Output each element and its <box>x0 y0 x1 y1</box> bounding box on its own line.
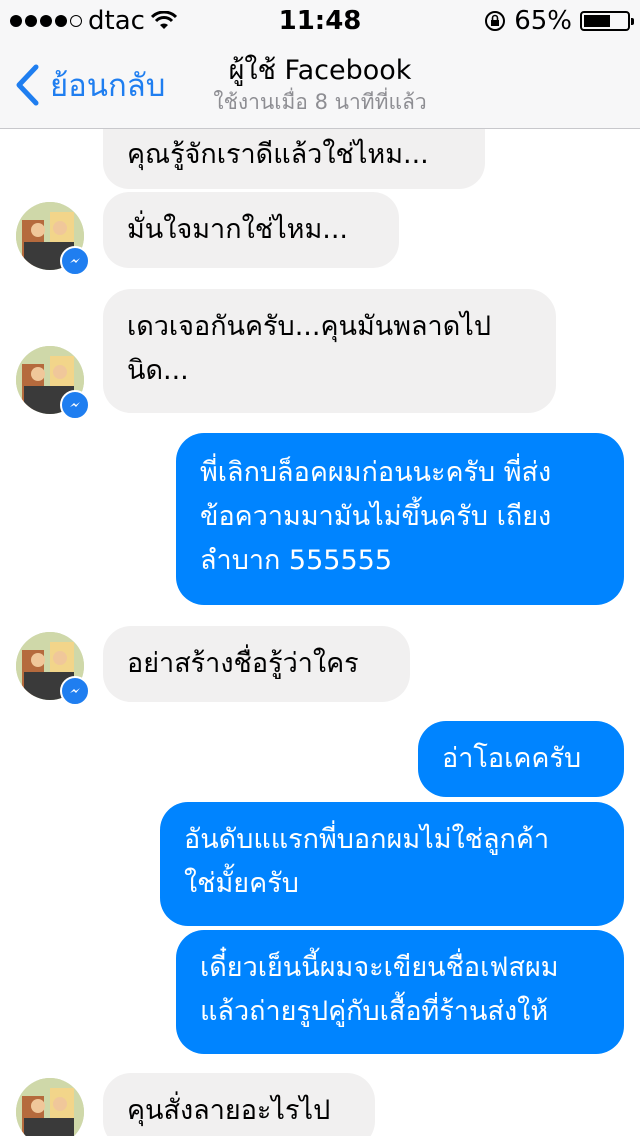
message-line: อันดับแแรกพี่บอกผมไม่ใช่ลูกค้า <box>184 824 550 855</box>
message-line: คุณรู้จักเราดีแล้วใช่ไหม... <box>127 139 429 170</box>
message-line: อย่าสร้างชื่อรู้ว่าใคร <box>127 648 359 679</box>
message-line: อ่าโอเคครับ <box>442 743 582 774</box>
messenger-badge-icon <box>60 246 90 276</box>
message-list: คุณรู้จักเราดีแล้วใช่ไหม... มั่นใจมากใช่… <box>0 129 640 1136</box>
status-right: 65% <box>484 6 634 36</box>
incoming-message[interactable]: คุณรู้จักเราดีแล้วใช่ไหม... <box>103 129 485 189</box>
messenger-badge-icon <box>60 390 90 420</box>
avatar[interactable] <box>16 632 90 706</box>
outgoing-message[interactable]: เดี๋ยวเย็นนี้ผมจะเขียนชื่อเฟสผม แล้วถ่าย… <box>176 930 624 1054</box>
message-line: ข้อความมามันไม่ขึ้นครับ เถียง <box>200 501 552 532</box>
incoming-message[interactable]: มั่นใจมากใช่ไหม... <box>103 192 399 268</box>
outgoing-message[interactable]: อ่าโอเคครับ <box>418 721 624 797</box>
outgoing-message[interactable]: พี่เลิกบล็อคผมก่อนนะครับ พี่ส่ง ข้อความม… <box>176 433 624 605</box>
battery-percent: 65% <box>514 6 572 36</box>
status-bar: dtac 11:48 65% <box>0 0 640 40</box>
last-active-status: ใช้งานเมื่อ 8 นาทีที่แล้ว <box>213 90 427 114</box>
messenger-badge-icon <box>60 676 90 706</box>
outgoing-message[interactable]: อันดับแแรกพี่บอกผมไม่ใช่ลูกค้า ใช่มั้ยคร… <box>160 802 624 926</box>
message-line: พี่เลิกบล็อคผมก่อนนะครับ พี่ส่ง <box>200 457 552 488</box>
message-line: แล้วถ่ายรูปคู่กับเสื้อที่ร้านส่งให้ <box>200 996 549 1027</box>
rotation-lock-icon <box>485 11 506 31</box>
message-line: ลำบาก 555555 <box>200 545 393 576</box>
incoming-message[interactable]: คุนสั่งลายอะไรไป <box>103 1073 375 1136</box>
conversation-title: ผู้ใช้ Facebook <box>228 55 412 86</box>
message-line: คุนสั่งลายอะไรไป <box>127 1095 331 1126</box>
avatar[interactable] <box>16 346 90 420</box>
incoming-message[interactable]: เดวเจอกันครับ...คุนมันพลาดไป นิด... <box>103 289 556 413</box>
message-line: มั่นใจมากใช่ไหม... <box>127 214 348 245</box>
navigation-bar: ย้อนกลับ ผู้ใช้ Facebook ใช้งานเมื่อ 8 น… <box>0 40 640 129</box>
avatar[interactable] <box>16 202 90 276</box>
message-line: ใช่มั้ยครับ <box>184 868 299 899</box>
battery-icon <box>580 11 634 31</box>
message-line: เดี๋ยวเย็นนี้ผมจะเขียนชื่อเฟสผม <box>200 952 559 983</box>
incoming-message[interactable]: อย่าสร้างชื่อรู้ว่าใคร <box>103 626 410 702</box>
message-line: เดวเจอกันครับ...คุนมันพลาดไป <box>127 311 491 342</box>
avatar[interactable] <box>16 1078 84 1136</box>
message-line: นิด... <box>127 355 189 386</box>
